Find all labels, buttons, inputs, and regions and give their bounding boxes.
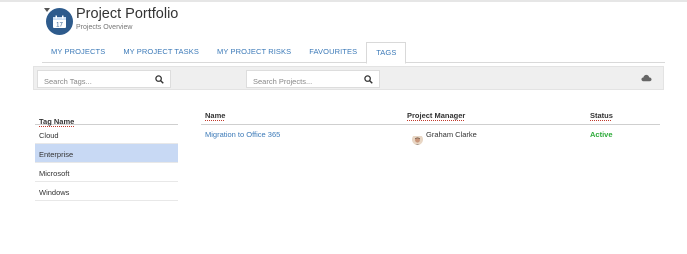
manager-column-header[interactable]: Project Manager <box>407 111 465 120</box>
app-calendar-icon: 17 <box>46 8 73 35</box>
project-table: Name Project Manager Status Migration to… <box>201 108 660 145</box>
cloud-icon[interactable] <box>641 74 652 82</box>
page-title: Project Portfolio <box>76 6 179 22</box>
project-link[interactable]: Migration to Office 365 <box>205 130 280 139</box>
tag-column-header[interactable]: Tag Name <box>35 108 178 126</box>
tab-my-projects[interactable]: MY PROJECTS <box>42 42 114 63</box>
tag-row-windows[interactable]: Windows <box>35 182 178 201</box>
tab-tags[interactable]: TAGS <box>366 42 407 64</box>
status-column-header[interactable]: Status <box>590 111 613 120</box>
top-border <box>0 0 687 2</box>
tag-row-enterprise[interactable]: Enterprise <box>35 144 178 163</box>
tab-my-project-tasks[interactable]: MY PROJECT TASKS <box>114 42 208 63</box>
tab-bar: MY PROJECTS MY PROJECT TASKS MY PROJECT … <box>42 42 665 64</box>
project-manager-name: Graham Clarke <box>426 130 477 139</box>
svg-text:17: 17 <box>56 23 63 29</box>
tab-favourites[interactable]: FAVOURITES <box>300 42 366 63</box>
search-icon[interactable] <box>155 75 164 84</box>
tag-list: Tag Name Cloud Enterprise Microsoft Wind… <box>35 108 178 201</box>
search-projects-box <box>246 70 380 90</box>
tag-row-microsoft[interactable]: Microsoft <box>35 163 178 182</box>
search-tags-box <box>37 70 171 90</box>
tab-my-project-risks[interactable]: MY PROJECT RISKS <box>208 42 300 63</box>
search-icon[interactable] <box>364 75 373 84</box>
status-badge: Active <box>590 130 613 139</box>
name-column-header[interactable]: Name <box>205 111 225 120</box>
avatar <box>412 134 423 145</box>
search-tags-input[interactable] <box>38 73 170 90</box>
page-subtitle: Projects Overview <box>76 24 133 31</box>
search-toolbar <box>33 66 664 90</box>
search-projects-input[interactable] <box>247 73 379 90</box>
project-table-header: Name Project Manager Status <box>201 108 660 125</box>
